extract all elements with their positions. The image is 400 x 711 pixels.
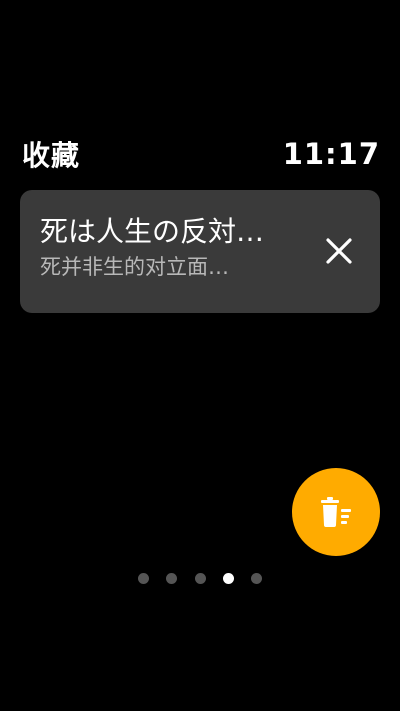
header: 收藏 11:17 [22,134,380,174]
close-icon [326,238,352,264]
page-dot [194,572,206,584]
favorite-subtitle: 死并非生的对立面… [40,255,229,279]
page-indicator [138,572,262,584]
remove-favorite-button[interactable] [316,228,362,274]
page-dot [166,572,178,584]
clear-all-trash-icon [321,497,351,527]
clear-all-button[interactable] [292,468,380,556]
clock-time: 11:17 [282,137,380,171]
favorite-title: 死は人生の反対… [40,215,265,248]
favorite-card-text: 死は人生の反対… 死并非生的对立面… [40,214,305,282]
page-dot-active [222,572,234,584]
favorite-card[interactable]: 死は人生の反対… 死并非生的对立面… [20,190,380,313]
page-title: 收藏 [22,139,81,172]
page-dot [138,572,149,584]
page-dot [251,572,262,584]
